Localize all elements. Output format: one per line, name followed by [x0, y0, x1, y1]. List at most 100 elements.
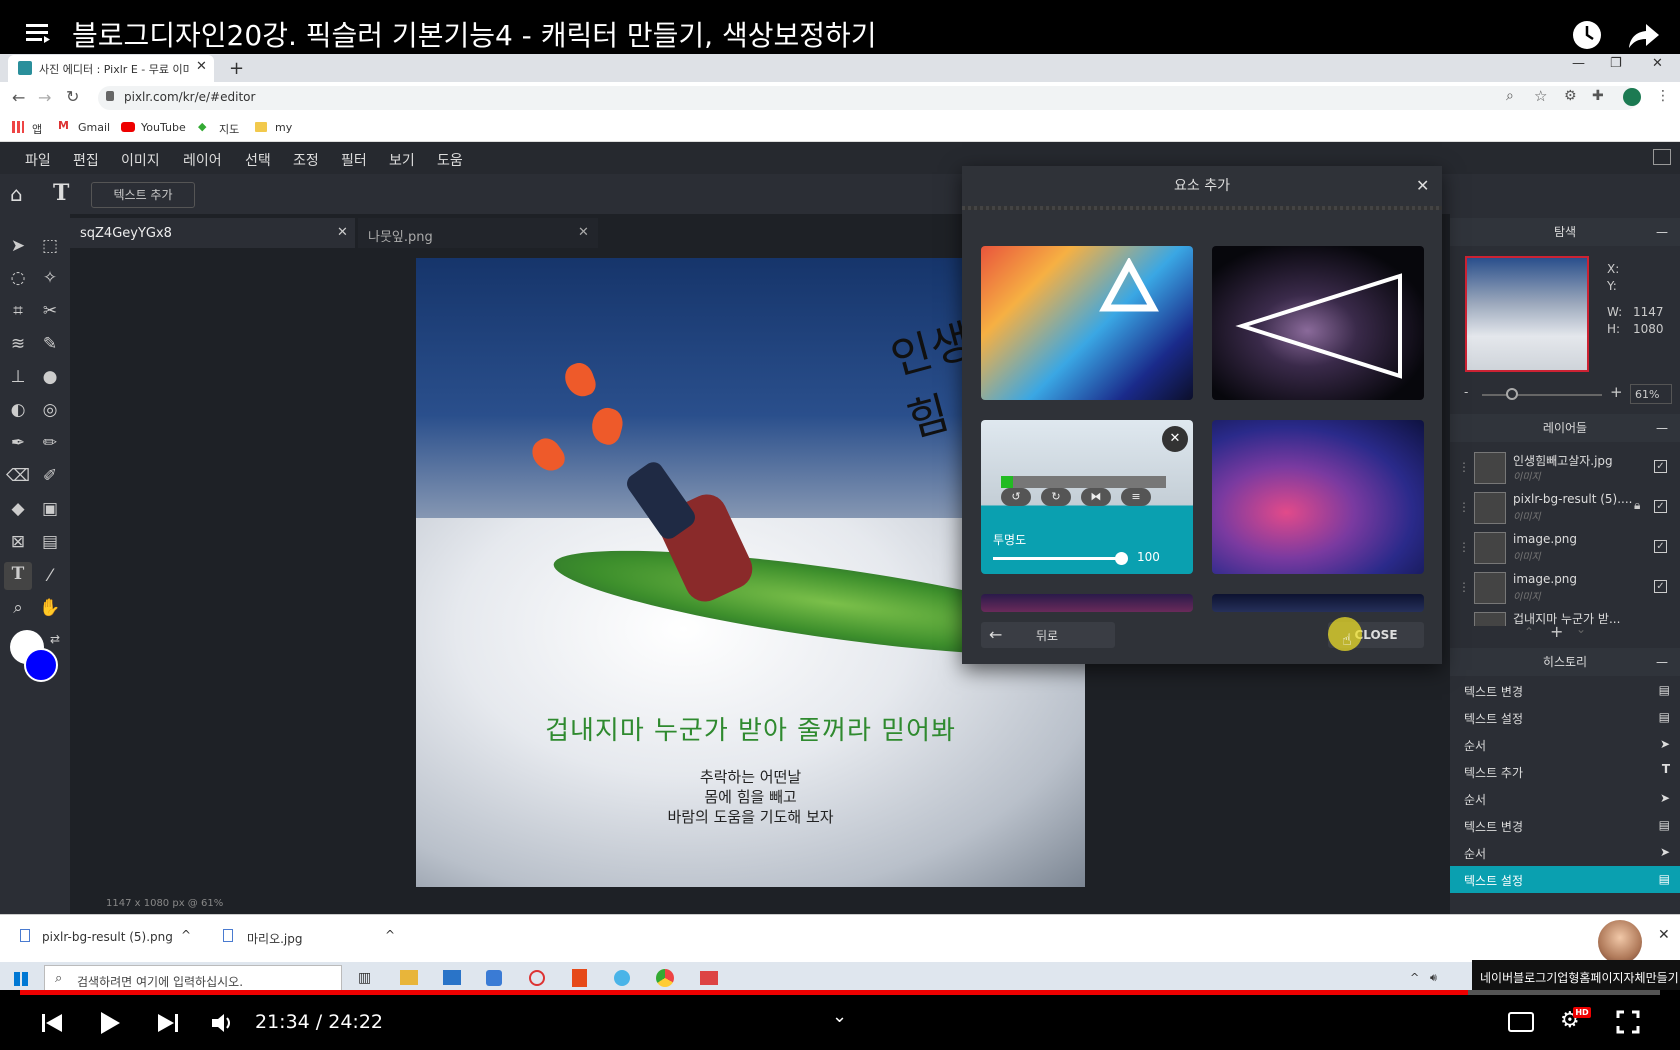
download-item[interactable]: pixlr-bg-result (5).png	[42, 930, 173, 944]
flip-icon[interactable]: ⧓	[1081, 488, 1111, 506]
layer-row[interactable]: ⋮ 인생힘빼고살자.jpg 이미지 ✓	[1458, 448, 1680, 488]
fullscreen-icon[interactable]	[1616, 1010, 1640, 1034]
previous-icon[interactable]	[40, 1012, 64, 1034]
volume-icon[interactable]	[210, 1012, 236, 1034]
zoom-field[interactable]: 61%	[1630, 384, 1672, 404]
layer-row[interactable]: ⋮ image.png 이미지 ✓	[1458, 528, 1680, 568]
sponge-tool-icon[interactable]: ◎	[38, 398, 62, 422]
pen-tool-icon[interactable]: ✒	[6, 431, 30, 455]
cutout-tool-icon[interactable]: ✂	[38, 299, 62, 323]
rotate-left-icon[interactable]: ↺	[1001, 488, 1031, 506]
extension-icon[interactable]: ⚙	[1564, 88, 1577, 104]
doc-tab-active[interactable]: sqZ4GeyYGx8 ✕	[70, 218, 355, 248]
menu-layer[interactable]: 레이어	[183, 150, 222, 170]
restore-icon[interactable]: ❐	[1610, 56, 1622, 71]
add-layer-icon[interactable]: +	[1550, 622, 1563, 641]
close-doc-icon[interactable]: ✕	[337, 225, 348, 240]
collapse-icon[interactable]: —	[1656, 218, 1668, 246]
close-downloads-icon[interactable]: ✕	[1658, 927, 1670, 943]
ie-icon[interactable]	[614, 970, 630, 986]
dialog-close-icon[interactable]: ✕	[1416, 176, 1429, 195]
lasso-tool-icon[interactable]: ◌	[6, 266, 30, 290]
office-icon[interactable]	[572, 969, 587, 987]
zoom-in-icon[interactable]: +	[1610, 383, 1623, 401]
history-item[interactable]: 순서 ➤	[1450, 731, 1680, 758]
remove-element-icon[interactable]: ✕	[1162, 426, 1188, 452]
subtitles-icon[interactable]	[1508, 1012, 1534, 1032]
volume-tray-icon[interactable]: 🔊︎	[1430, 971, 1437, 985]
layer-visibility-checkbox[interactable]: ✓	[1654, 540, 1667, 553]
layer-row[interactable]: ⋮ image.png 이미지 ✓	[1458, 568, 1680, 608]
forward-icon[interactable]: →	[38, 88, 51, 107]
play-icon[interactable]	[98, 1010, 122, 1036]
history-item[interactable]: 순서 ➤	[1450, 785, 1680, 812]
task-view-icon[interactable]: ▥	[358, 970, 371, 986]
home-icon[interactable]: ⌂	[10, 182, 23, 206]
windows-start-icon[interactable]	[14, 972, 28, 986]
bookmark-star-icon[interactable]: ☆	[1534, 87, 1547, 105]
more-menu-icon[interactable]: ⋮	[1656, 88, 1670, 104]
image-tool-icon[interactable]: ⊠	[6, 530, 30, 554]
color-replace-tool-icon[interactable]: ✐	[38, 464, 62, 488]
url-input[interactable]: pixlr.com/kr/e/#editor	[98, 86, 1638, 110]
puzzle-icon[interactable]: ✚	[1592, 88, 1604, 104]
bookmark-my[interactable]: my	[275, 121, 292, 134]
chrome-icon[interactable]	[656, 969, 674, 987]
browser-tab[interactable]: 사진 에디터 : Pixlr E - 무료 이미 ✕	[8, 55, 214, 82]
history-item-active[interactable]: 텍스트 설정 ▤	[1450, 866, 1680, 893]
menu-edit[interactable]: 편집	[73, 150, 99, 170]
brush-tool-icon[interactable]: ✏	[38, 431, 62, 455]
blur-tool-icon[interactable]: ●	[38, 365, 62, 389]
pixlr-app-icon[interactable]	[700, 971, 718, 985]
minimize-icon[interactable]: —	[1572, 56, 1585, 71]
menu-select[interactable]: 선택	[245, 150, 271, 170]
profile-avatar[interactable]	[1623, 88, 1641, 106]
window-close-icon[interactable]: ✕	[1652, 56, 1663, 71]
watch-later-icon[interactable]	[1572, 20, 1602, 50]
layer-visibility-checkbox[interactable]: ✓	[1654, 500, 1667, 513]
layer-row[interactable]: ⋮ pixlr-bg-result (5).... 이미지 🔒︎ ✓	[1458, 488, 1680, 528]
layer-row[interactable]: 겁내지마 누군가 받...	[1458, 608, 1680, 626]
close-doc-icon[interactable]: ✕	[578, 225, 589, 240]
add-text-button[interactable]: 텍스트 추가	[91, 182, 195, 208]
back-button[interactable]: ← 뒤로	[981, 622, 1115, 648]
menu-filter[interactable]: 필터	[341, 150, 367, 170]
menu-adjust[interactable]: 조정	[293, 150, 319, 170]
move-layer-up-icon[interactable]: ⌃	[1524, 625, 1534, 639]
security-icon[interactable]	[486, 970, 502, 986]
download-item[interactable]: 마리오.jpg	[247, 930, 303, 947]
eyedropper-tool-icon[interactable]: ⁄	[38, 564, 62, 588]
menu-image[interactable]: 이미지	[121, 150, 160, 170]
drag-handle-icon[interactable]: ⋮	[1458, 500, 1470, 514]
doc-tab[interactable]: 나뭇잎.png ✕	[358, 218, 598, 248]
zoom-slider-handle[interactable]	[1506, 388, 1518, 400]
text-tool-active-icon[interactable]: T	[4, 562, 32, 590]
history-item[interactable]: 텍스트 설정 ▤	[1450, 704, 1680, 731]
bookmark-apps[interactable]: 앱	[32, 121, 42, 137]
align-icon[interactable]: ≡	[1121, 488, 1151, 506]
bookmark-gmail[interactable]: Gmail	[78, 121, 110, 134]
opacity-slider[interactable]	[993, 557, 1121, 560]
opacity-slider-handle[interactable]	[1115, 552, 1128, 565]
rotate-right-icon[interactable]: ↻	[1041, 488, 1071, 506]
swap-colors-icon[interactable]: ⇄	[50, 632, 60, 646]
zoom-out-icon[interactable]: -	[1464, 385, 1468, 399]
element-card-selected[interactable]: ✕ ↺ ↻ ⧓ ≡ 투명도 100	[981, 420, 1193, 574]
crop-tool-icon[interactable]: ⌗	[6, 299, 30, 323]
panel-toggle-icon[interactable]	[1653, 149, 1671, 165]
menu-help[interactable]: 도움	[437, 150, 463, 170]
history-item[interactable]: 순서 ➤	[1450, 839, 1680, 866]
element-card[interactable]	[1212, 420, 1424, 574]
mail-icon[interactable]	[443, 970, 461, 985]
zoom-slider[interactable]	[1482, 394, 1602, 396]
zoom-tool-icon[interactable]: ⌕	[6, 596, 30, 620]
collapse-icon[interactable]: —	[1656, 648, 1668, 676]
next-icon[interactable]	[156, 1012, 180, 1034]
dodge-tool-icon[interactable]: ◐	[6, 398, 30, 422]
collapse-icon[interactable]: —	[1656, 414, 1668, 442]
fill-tool-icon[interactable]: ◆	[6, 497, 30, 521]
tray-chevron-icon[interactable]: ^	[1410, 971, 1419, 984]
chevron-up-icon[interactable]: ^	[385, 928, 395, 942]
drag-handle-icon[interactable]: ⋮	[1458, 460, 1470, 474]
liquify-tool-icon[interactable]: ≋	[6, 332, 30, 356]
